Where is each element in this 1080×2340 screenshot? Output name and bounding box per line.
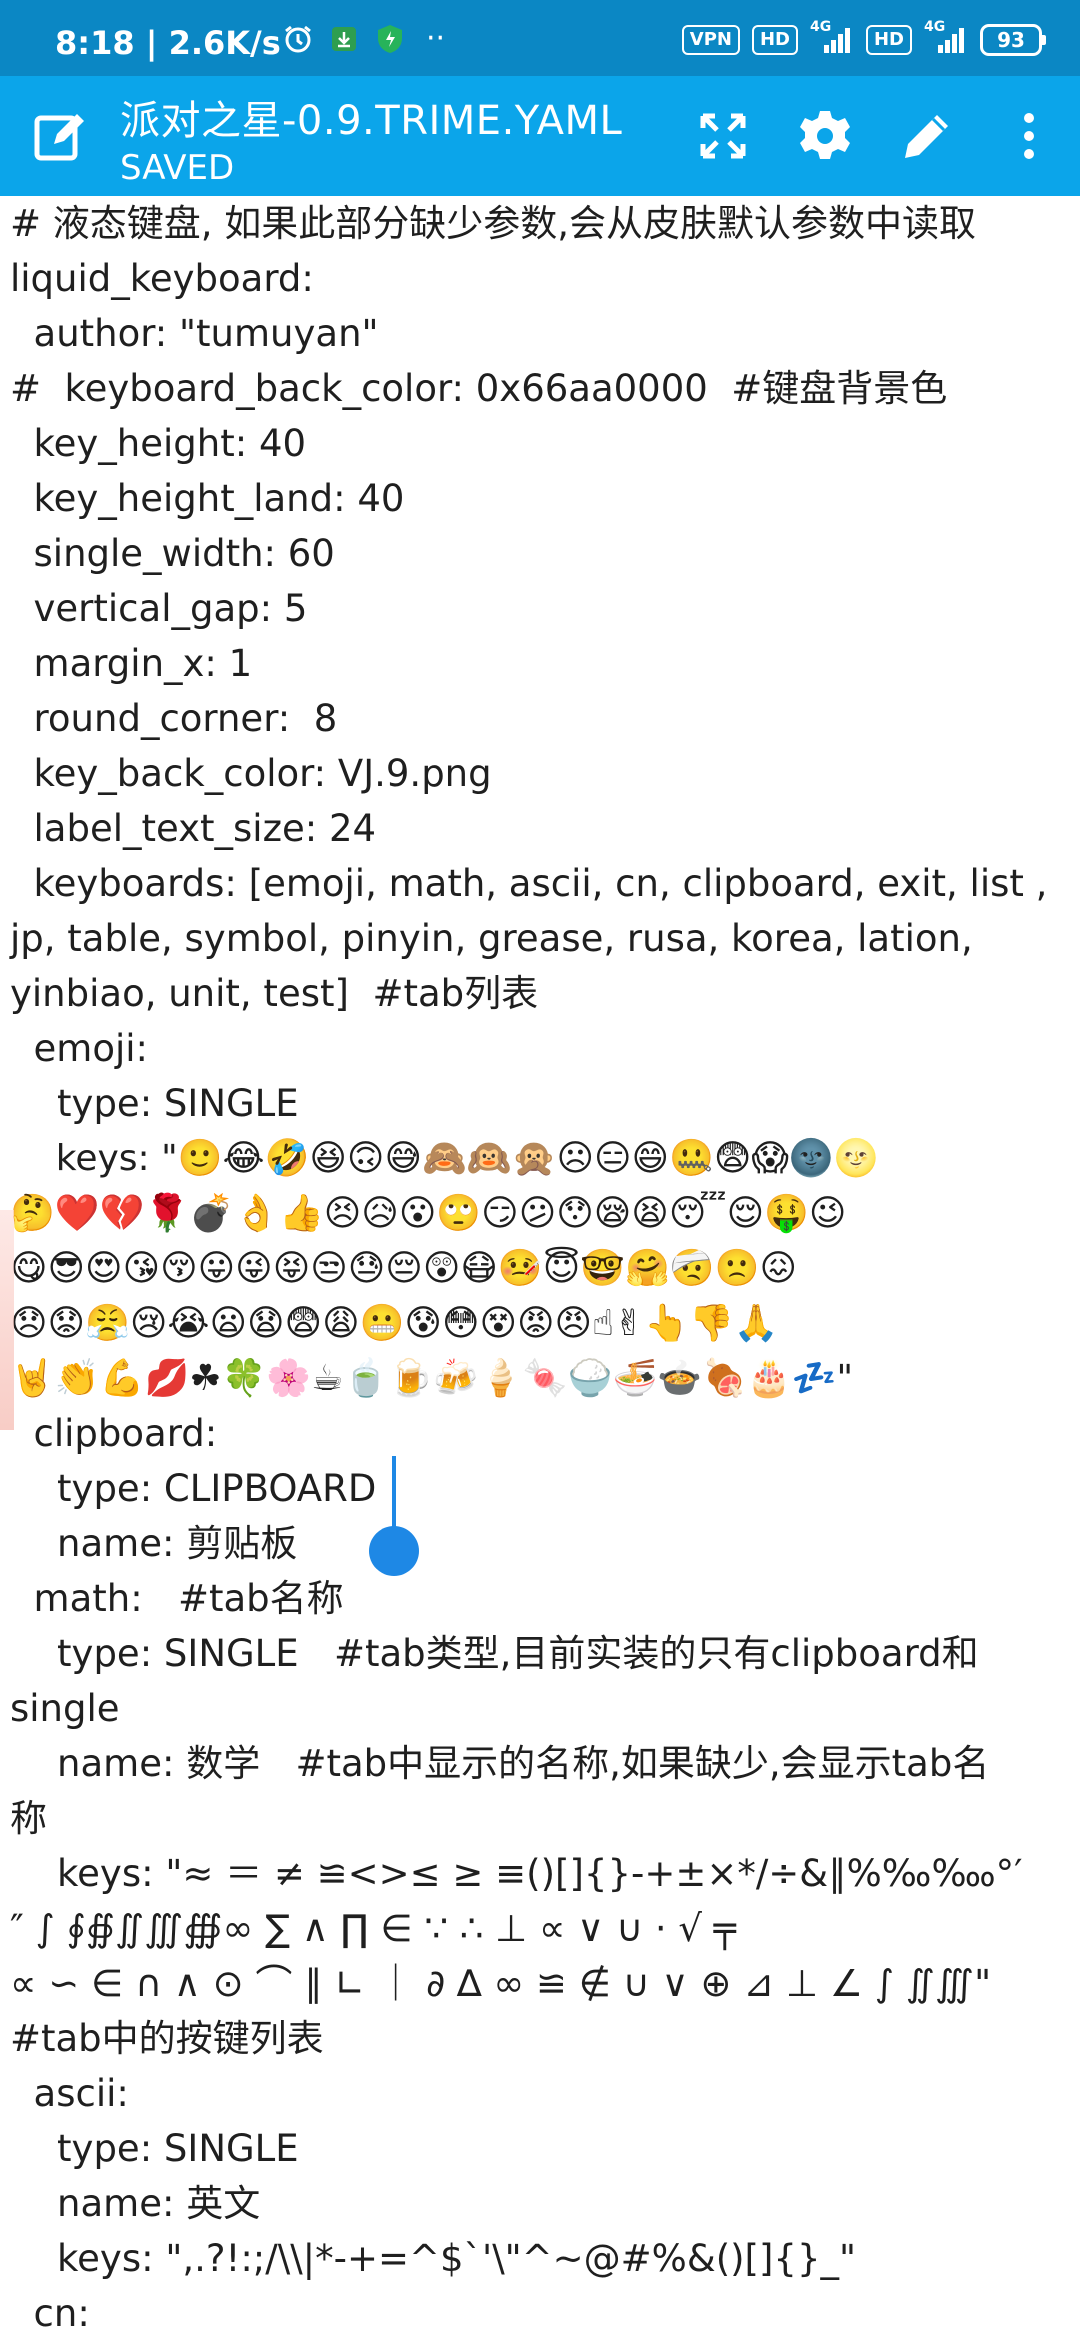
code-line[interactable]: cn:: [0, 2286, 1080, 2340]
code-line[interactable]: 😞😟😤😢😭😦😧😨😩😬😰😳😵😡😠☝✌👆👎🙏: [0, 1296, 1080, 1351]
more-vert-icon[interactable]: [999, 106, 1059, 166]
text-cursor: [392, 1456, 396, 1536]
code-line[interactable]: # 液态键盘, 如果此部分缺少参数,会从皮肤默认参数中读取: [0, 196, 1080, 251]
code-line[interactable]: type: SINGLE: [0, 2121, 1080, 2176]
code-line[interactable]: margin_x: 1: [0, 636, 1080, 691]
code-line[interactable]: type: SINGLE: [0, 1076, 1080, 1131]
alarm-icon: [282, 23, 314, 55]
code-line[interactable]: vertical_gap: 5: [0, 581, 1080, 636]
code-line[interactable]: key_height_land: 40: [0, 471, 1080, 526]
code-line[interactable]: 😋😎😍😘😚😛😜😝😒😓😔😲😷🤒😇🤓🤗🤕🙁😖: [0, 1241, 1080, 1296]
code-line[interactable]: name: 数学 #tab中显示的名称,如果缺少,会显示tab名: [0, 1736, 1080, 1791]
app-bar: 派对之星-0.9.TRIME.YAML SAVED: [0, 76, 1080, 196]
more-notifications-dots: ··: [426, 21, 446, 56]
status-bar: 8:18 | 2.6K/s ·· VPN HD 4G HD 4G 93: [0, 0, 1080, 76]
code-line[interactable]: 🤘👏💪💋☘🍀🌸☕🍵🍺🍻🍦🍬🍚🍜🍲🍖🎂💤": [0, 1351, 1080, 1406]
file-title: 派对之星-0.9.TRIME.YAML: [120, 98, 623, 144]
code-line[interactable]: name: 剪贴板: [0, 1516, 1080, 1571]
edit-document-icon[interactable]: [30, 106, 90, 166]
code-line[interactable]: label_text_size: 24: [0, 801, 1080, 856]
code-line[interactable]: keys: ",.?!:;/\\|*-+=^$`'\"^~@#%&()[]{}_…: [0, 2231, 1080, 2286]
network-type-1: 4G: [809, 19, 832, 35]
save-status: SAVED: [120, 148, 235, 188]
hd-badge-2: HD: [865, 25, 912, 55]
code-line[interactable]: key_height: 40: [0, 416, 1080, 471]
status-notification-icons: ··: [282, 23, 445, 55]
code-line[interactable]: jp, table, symbol, pinyin, grease, rusa,…: [0, 911, 1080, 966]
code-line[interactable]: type: SINGLE #tab类型,目前实装的只有clipboard和: [0, 1626, 1080, 1681]
pencil-icon[interactable]: [897, 106, 957, 166]
scroll-edge-indicator: [0, 1210, 14, 1430]
signal-icon-1: 4G: [810, 19, 854, 55]
download-icon: [328, 23, 360, 55]
code-line[interactable]: 🤔❤️💔🌹💣👌👍😣😥😮🙄😏😕😯😪😫😴😌🤑😉: [0, 1186, 1080, 1241]
code-line[interactable]: math: #tab名称: [0, 1571, 1080, 1626]
code-line[interactable]: 称: [0, 1791, 1080, 1846]
fullscreen-icon[interactable]: [693, 106, 753, 166]
code-line[interactable]: ascii:: [0, 2066, 1080, 2121]
code-line[interactable]: single_width: 60: [0, 526, 1080, 581]
settings-icon[interactable]: [795, 106, 855, 166]
shield-icon: [374, 23, 406, 55]
hd-badge-1: HD: [751, 25, 798, 55]
code-line[interactable]: round_corner: 8: [0, 691, 1080, 746]
code-line[interactable]: keys: "🙂😂🤣😆🙃😅🙈🙉🙊☹😑😄🤐😨😱🌚🌝: [0, 1131, 1080, 1186]
code-line[interactable]: yinbiao, unit, test] #tab列表: [0, 966, 1080, 1021]
code-line[interactable]: name: 英文: [0, 2176, 1080, 2231]
code-line[interactable]: keyboards: [emoji, math, ascii, cn, clip…: [0, 856, 1080, 911]
cursor-handle[interactable]: [369, 1526, 419, 1576]
code-line[interactable]: clipboard:: [0, 1406, 1080, 1461]
vpn-badge: VPN: [681, 25, 740, 55]
code-line[interactable]: liquid_keyboard:: [0, 251, 1080, 306]
code-line[interactable]: key_back_color: VJ.9.png: [0, 746, 1080, 801]
battery-indicator: 93: [980, 24, 1046, 56]
code-line[interactable]: author: "tumuyan": [0, 306, 1080, 361]
network-type-2: 4G: [924, 19, 946, 35]
status-time-speed: 8:18 | 2.6K/s: [55, 24, 281, 62]
code-line[interactable]: keys: "≈ ＝ ≠ ≌<>≤ ≥ ≡()[]{}-+±×*/÷&∥%‰‱°…: [0, 1846, 1080, 1901]
status-right-indicators: VPN HD 4G HD 4G 93: [681, 19, 1046, 56]
code-line[interactable]: ∝ ∽ ∈ ∩ ∧ ⊙ ⌒ ∥ ∟ ｜ ∂ ∆ ∞ ≌ ∉ ∪ ∨ ⊕ ⊿ ⊥ …: [0, 1956, 1080, 2011]
code-line[interactable]: single: [0, 1681, 1080, 1736]
code-line[interactable]: # keyboard_back_color: 0x66aa0000 #键盘背景色: [0, 361, 1080, 416]
code-editor[interactable]: # 液态键盘, 如果此部分缺少参数,会从皮肤默认参数中读取 liquid_keyb…: [0, 196, 1080, 2340]
code-line[interactable]: emoji:: [0, 1021, 1080, 1076]
code-line[interactable]: #tab中的按键列表: [0, 2011, 1080, 2066]
signal-icon-2: 4G: [924, 19, 968, 55]
code-line[interactable]: ″ ∫ ∮∯∬∭∰∞ ∑ ∧ ∏ ∈ ∵ ∴ ⊥ ∝ ∨ ∪ · √ ╤: [0, 1901, 1080, 1956]
code-line[interactable]: type: CLIPBOARD: [0, 1461, 1080, 1516]
